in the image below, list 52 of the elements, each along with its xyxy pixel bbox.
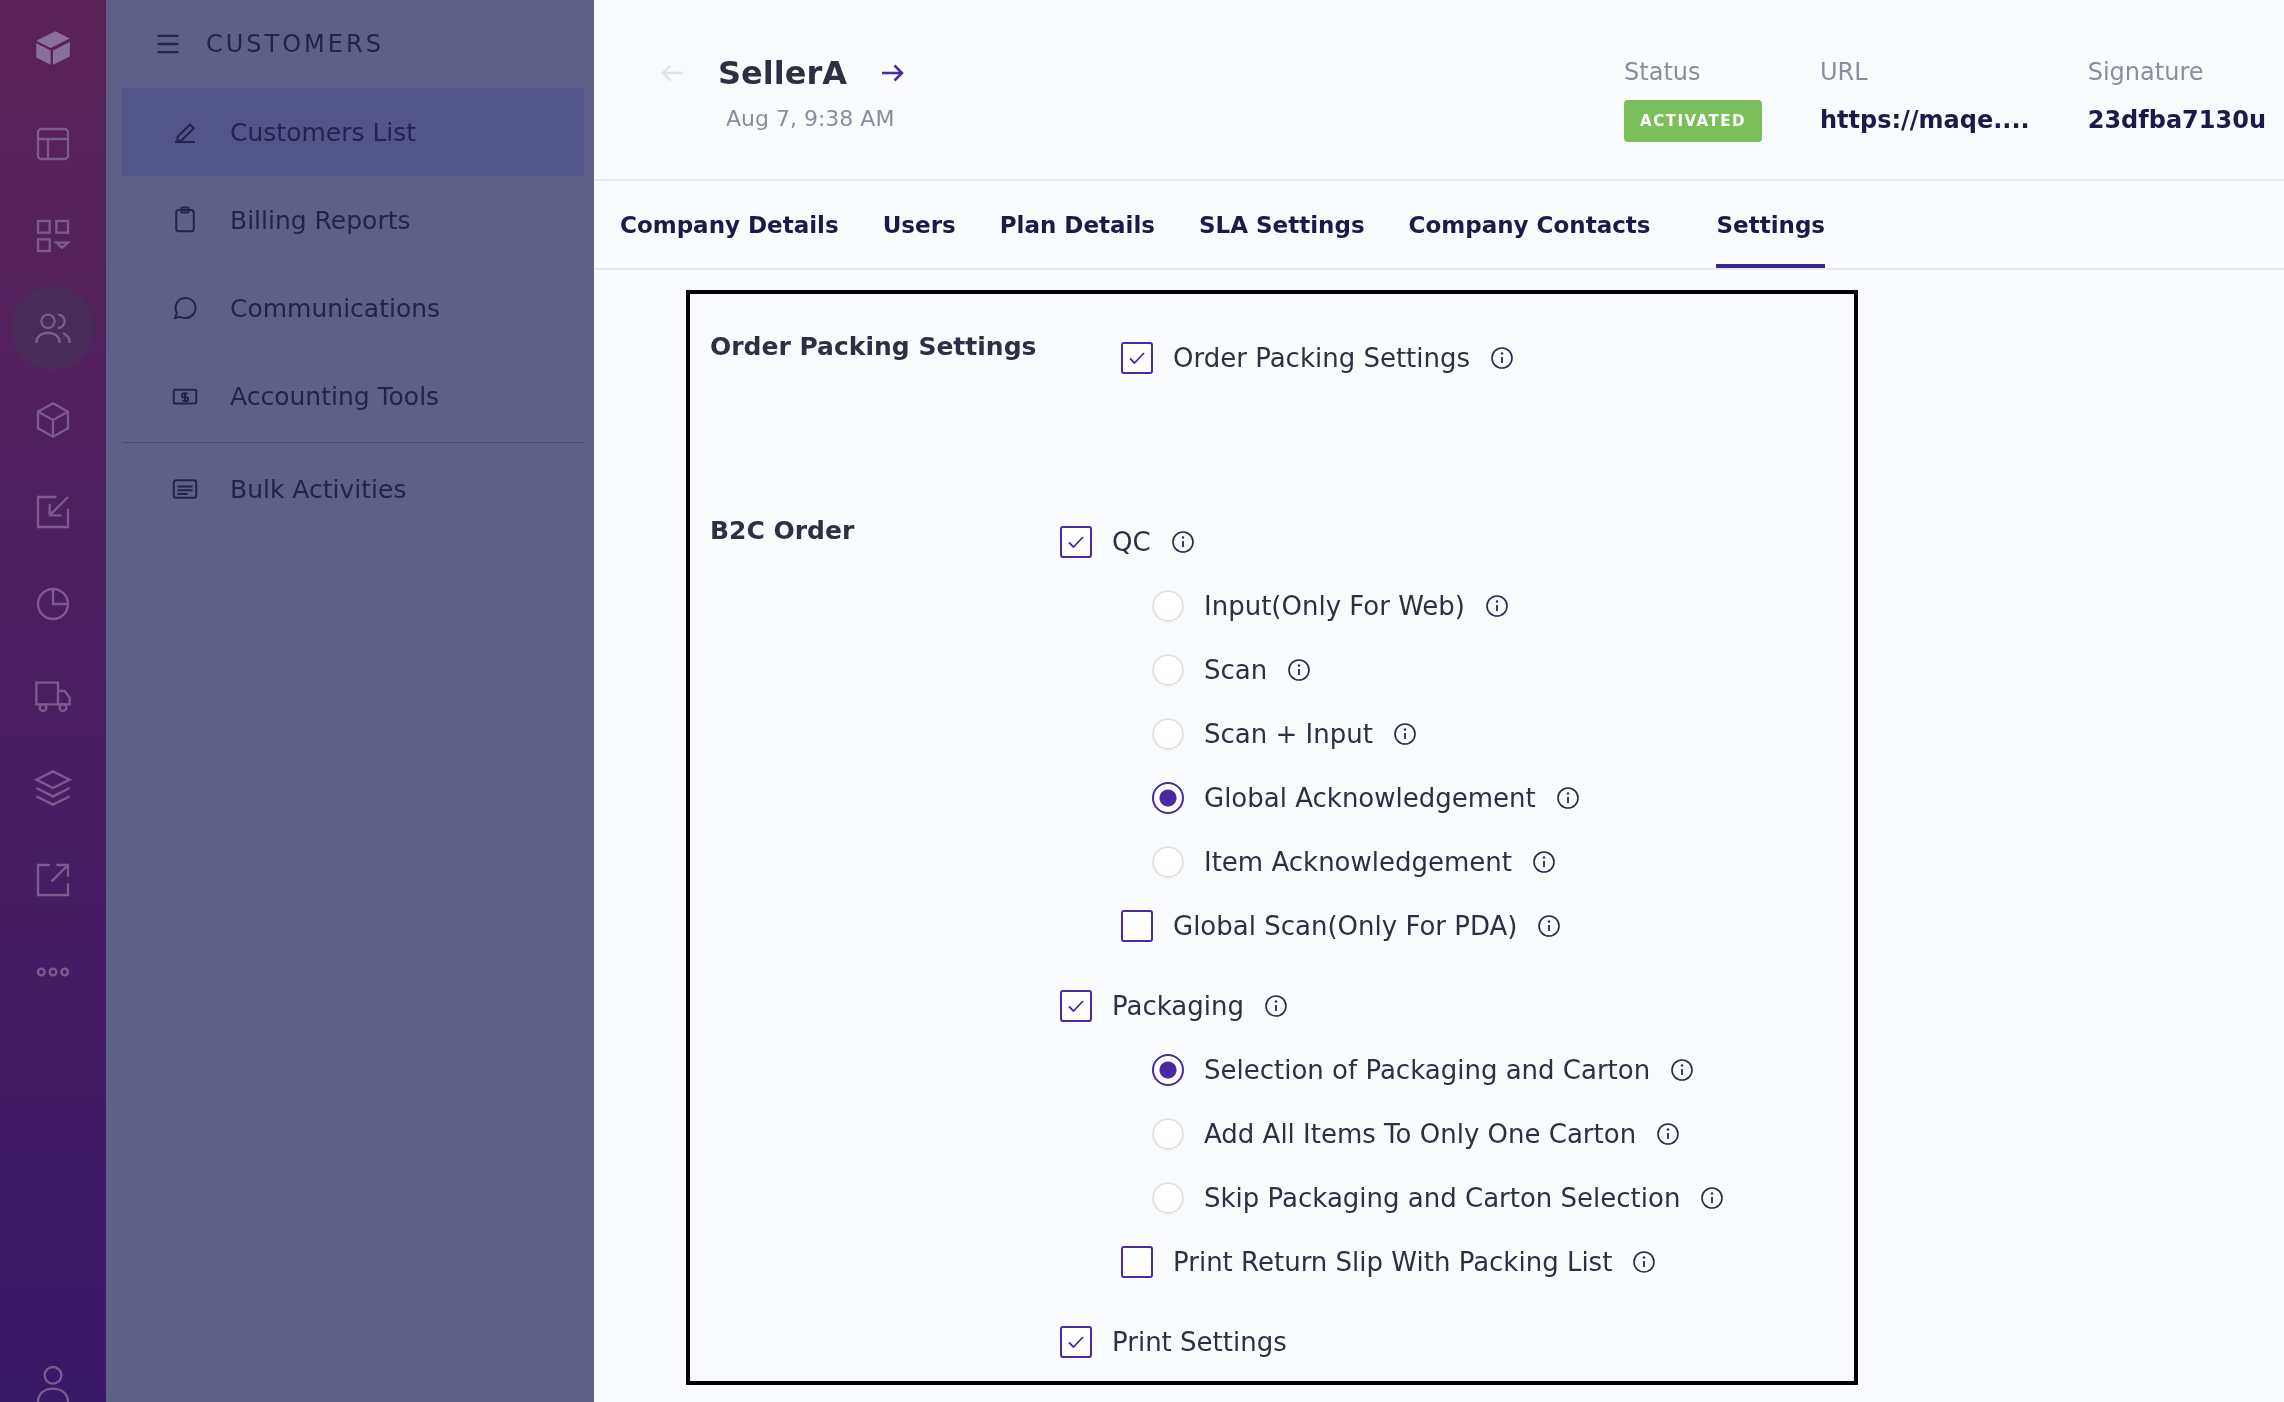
info-icon[interactable] <box>1555 786 1580 810</box>
checkbox[interactable] <box>1121 1246 1153 1278</box>
radio-label: Add All Items To Only One Carton <box>1204 1119 1637 1149</box>
info-icon[interactable] <box>1632 1250 1657 1274</box>
info-icon[interactable] <box>1656 1122 1681 1146</box>
checkbox[interactable] <box>1121 910 1153 942</box>
info-icon[interactable] <box>1700 1186 1725 1210</box>
checkbox-label: Order Packing Settings <box>1173 343 1471 373</box>
radio-label: Item Acknowledgement <box>1204 847 1512 877</box>
checkbox[interactable] <box>1121 342 1153 374</box>
checkbox-label: Global Scan(Only For PDA) <box>1173 911 1518 941</box>
checkbox[interactable] <box>1060 1326 1092 1358</box>
tab[interactable]: Users <box>882 181 956 268</box>
radio-button[interactable] <box>1152 1054 1184 1086</box>
checkbox[interactable] <box>1060 526 1092 558</box>
radio-label: Scan + Input <box>1204 719 1373 749</box>
info-icon[interactable] <box>1264 994 1288 1018</box>
checkbox[interactable] <box>1060 990 1092 1022</box>
section-heading: Order Packing Settings <box>710 332 1038 363</box>
info-icon[interactable] <box>1537 914 1562 938</box>
field-value: 23dfba7130u <box>2087 106 2266 134</box>
info-icon[interactable] <box>1670 1058 1695 1082</box>
radio-label: Global Acknowledgement <box>1204 783 1536 813</box>
tab[interactable]: Company Details <box>620 181 839 268</box>
radio-label: Input(Only For Web) <box>1204 591 1465 621</box>
checkbox-label: Packaging <box>1112 991 1244 1021</box>
field-label: URL <box>1819 58 1869 86</box>
section-heading: B2C Order <box>710 516 856 547</box>
tab[interactable]: SLA Settings <box>1199 181 1365 268</box>
checkbox-label: QC <box>1112 527 1151 557</box>
page-title: SellerA <box>718 54 847 92</box>
tab[interactable]: Settings <box>1716 181 1826 268</box>
tab[interactable]: Plan Details <box>999 181 1155 268</box>
radio-label: Skip Packaging and Carton Selection <box>1204 1183 1681 1213</box>
info-icon[interactable] <box>1485 594 1509 618</box>
timestamp: Aug 7, 9:38 AM <box>726 106 896 131</box>
status-badge: ACTIVATED <box>1624 100 1762 142</box>
info-icon[interactable] <box>1170 530 1195 554</box>
radio-button[interactable] <box>1152 782 1184 814</box>
radio-label: Scan <box>1204 655 1268 685</box>
radio-label: Selection of Packaging and Carton <box>1204 1055 1651 1085</box>
field-value: https://maqe.... <box>1819 106 2030 134</box>
checkbox-label: Print Settings <box>1112 1327 1287 1357</box>
field-label: Status <box>1624 58 1702 86</box>
info-icon[interactable] <box>1532 850 1556 874</box>
field-label: Signature <box>2087 58 2205 86</box>
info-icon[interactable] <box>1287 658 1312 682</box>
info-icon[interactable] <box>1490 346 1515 370</box>
checkbox-label: Print Return Slip With Packing List <box>1173 1247 1613 1277</box>
info-icon[interactable] <box>1392 722 1417 746</box>
section-title: CUSTOMERS <box>206 30 384 58</box>
tab[interactable]: Company Contacts <box>1408 181 1651 268</box>
